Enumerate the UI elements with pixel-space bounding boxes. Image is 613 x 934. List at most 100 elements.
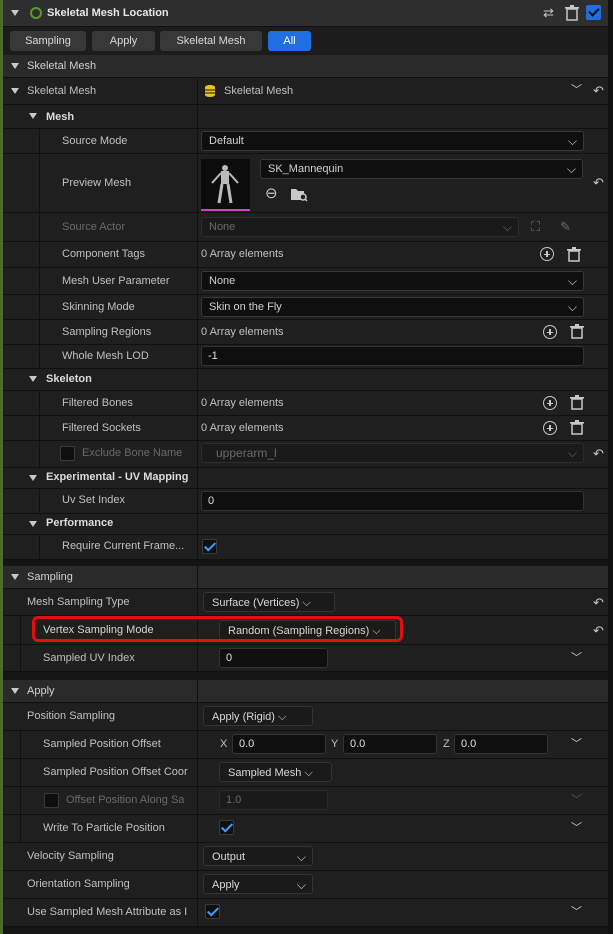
- group-title: Experimental - UV Mapping: [46, 471, 189, 483]
- group-mesh[interactable]: Mesh: [3, 105, 608, 129]
- chevron-down-icon[interactable]: ﹀: [571, 652, 582, 665]
- expand-arrow-icon[interactable]: [11, 574, 19, 580]
- z-label: Z: [443, 738, 450, 750]
- expand-arrow-icon[interactable]: [29, 475, 37, 481]
- add-element-icon[interactable]: [543, 421, 557, 435]
- module-title: Skeletal Mesh Location: [47, 7, 169, 19]
- chevron-down-icon: ⌵: [567, 300, 577, 314]
- eyedropper-icon[interactable]: ✎: [560, 220, 571, 233]
- chevron-down-icon[interactable]: ﹀: [571, 822, 582, 835]
- reset-arrow-icon[interactable]: ↶: [593, 447, 604, 460]
- whole-mesh-lod-input[interactable]: -1: [201, 346, 584, 366]
- module-enabled-checkbox[interactable]: [586, 5, 601, 20]
- group-skeleton[interactable]: Skeleton: [3, 369, 608, 391]
- filter-apply-button[interactable]: Apply: [92, 31, 155, 51]
- preview-mesh-dropdown[interactable]: SK_Mannequin ⌵: [260, 159, 583, 179]
- chevron-down-icon[interactable]: ﹀: [571, 906, 582, 919]
- property-label: Orientation Sampling: [27, 878, 130, 890]
- expand-arrow-icon[interactable]: [11, 688, 19, 694]
- filter-bar: Sampling Apply Skeletal Mesh All: [3, 27, 608, 55]
- delete-icon[interactable]: [570, 324, 584, 339]
- property-label: Uv Set Index: [62, 494, 125, 506]
- sampled-uv-index-input[interactable]: 0: [219, 648, 328, 668]
- offset-y-input[interactable]: 0.0: [343, 734, 437, 754]
- offset-coord-combo[interactable]: Sampled Mesh ⌵: [219, 762, 332, 782]
- property-value: 0 Array elements: [201, 422, 284, 434]
- filter-skeletal-mesh-button[interactable]: Skeletal Mesh: [160, 31, 262, 51]
- reset-arrow-icon[interactable]: ↶: [593, 84, 604, 97]
- skinning-mode-dropdown[interactable]: Skin on the Fly ⌵: [201, 297, 584, 317]
- module-header[interactable]: Skeletal Mesh Location ⇄: [3, 0, 608, 27]
- offset-z-input[interactable]: 0.0: [454, 734, 548, 754]
- chevron-down-icon[interactable]: ﹀: [571, 84, 582, 97]
- expand-arrow-icon[interactable]: [29, 113, 37, 119]
- delete-icon[interactable]: [570, 395, 584, 410]
- reset-arrow-icon[interactable]: ↶: [593, 176, 604, 189]
- reset-arrow-icon[interactable]: ↶: [593, 596, 604, 609]
- browse-asset-icon[interactable]: [290, 186, 308, 202]
- chevron-down-icon: ⌵: [296, 850, 306, 864]
- group-title: Performance: [46, 517, 114, 529]
- section-skeletal-mesh[interactable]: Skeletal Mesh: [3, 55, 608, 78]
- database-icon: [205, 85, 215, 97]
- source-mode-dropdown[interactable]: Default ⌵: [201, 131, 584, 151]
- pick-actor-icon[interactable]: ⛶: [531, 220, 540, 233]
- delete-icon[interactable]: [567, 247, 581, 262]
- add-element-icon[interactable]: [543, 396, 557, 410]
- source-actor-row: Source Actor None ⌵ ⛶ ✎: [3, 213, 608, 242]
- preview-mesh-row: Preview Mesh SK_Mannequin ⌵ ⊖ ↶: [3, 154, 608, 213]
- require-current-frame-checkbox[interactable]: [202, 539, 217, 554]
- filter-all-button[interactable]: All: [268, 31, 311, 51]
- expand-arrow-icon[interactable]: [11, 88, 19, 94]
- sampled-position-offset-coord-row: Sampled Position Offset Coor Sampled Mes…: [3, 759, 608, 787]
- expand-arrow-icon[interactable]: [29, 376, 37, 382]
- filtered-sockets-row: Filtered Sockets 0 Array elements: [3, 416, 608, 441]
- exclude-bone-name-dropdown[interactable]: upperarm_l ⌵: [201, 443, 584, 463]
- property-label: Component Tags: [62, 248, 145, 260]
- chevron-down-icon: ⌵: [567, 446, 577, 460]
- write-to-particle-position-checkbox[interactable]: [219, 820, 234, 835]
- delete-module-icon[interactable]: [565, 5, 579, 21]
- chevron-down-icon[interactable]: ﹀: [571, 738, 582, 751]
- chevron-down-icon: ⌵: [304, 767, 313, 779]
- add-element-icon[interactable]: [543, 325, 557, 339]
- uv-set-index-input[interactable]: 0: [201, 491, 584, 511]
- orientation-sampling-combo[interactable]: Apply ⌵: [203, 874, 313, 894]
- group-performance[interactable]: Performance: [3, 514, 608, 535]
- chevron-down-icon: ⌵: [567, 134, 577, 148]
- velocity-sampling-combo[interactable]: Output ⌵: [203, 846, 313, 866]
- skeletal-mesh-row: Skeletal Mesh Skeletal Mesh ﹀ ↶: [3, 78, 608, 105]
- chevron-down-icon: ⌵: [302, 597, 311, 609]
- section-title: Sampling: [27, 571, 73, 583]
- position-sampling-combo[interactable]: Apply (Rigid) ⌵: [203, 706, 313, 726]
- section-sampling[interactable]: Sampling: [3, 566, 608, 589]
- exclude-bone-name-row: Exclude Bone Name upperarm_l ⌵ ↶: [3, 441, 608, 468]
- mesh-user-parameter-row: Mesh User Parameter None ⌵: [3, 268, 608, 295]
- use-selected-asset-icon[interactable]: ⊖: [265, 186, 278, 201]
- expand-arrow-icon[interactable]: [11, 63, 19, 69]
- offset-position-input[interactable]: 1.0: [219, 790, 328, 810]
- group-uv-mapping[interactable]: Experimental - UV Mapping: [3, 468, 608, 489]
- offset-x-input[interactable]: 0.0: [232, 734, 326, 754]
- delete-icon[interactable]: [570, 420, 584, 435]
- filter-sampling-button[interactable]: Sampling: [10, 31, 86, 51]
- exclude-bone-checkbox[interactable]: [60, 446, 75, 461]
- mesh-sampling-type-combo[interactable]: Surface (Vertices) ⌵: [203, 592, 335, 612]
- mesh-user-parameter-dropdown[interactable]: None ⌵: [201, 271, 584, 291]
- shuffle-icon[interactable]: ⇄: [543, 6, 554, 19]
- chevron-down-icon[interactable]: ﹀: [571, 794, 582, 807]
- offset-position-checkbox[interactable]: [44, 793, 59, 808]
- collapse-arrow-icon[interactable]: [11, 10, 19, 16]
- reset-arrow-icon[interactable]: ↶: [593, 624, 604, 637]
- mesh-thumbnail[interactable]: [201, 159, 250, 211]
- expand-arrow-icon[interactable]: [29, 521, 37, 527]
- add-element-icon[interactable]: [540, 247, 554, 261]
- scrollbar-track[interactable]: [608, 0, 613, 934]
- group-title: Skeleton: [46, 373, 92, 385]
- section-apply[interactable]: Apply: [3, 680, 608, 703]
- use-sampled-mesh-attribute-checkbox[interactable]: [205, 904, 220, 919]
- mannequin-icon: [211, 165, 239, 204]
- source-actor-dropdown[interactable]: None ⌵: [201, 217, 519, 237]
- chevron-down-icon: ⌵: [296, 878, 306, 892]
- property-label: Position Sampling: [27, 710, 116, 722]
